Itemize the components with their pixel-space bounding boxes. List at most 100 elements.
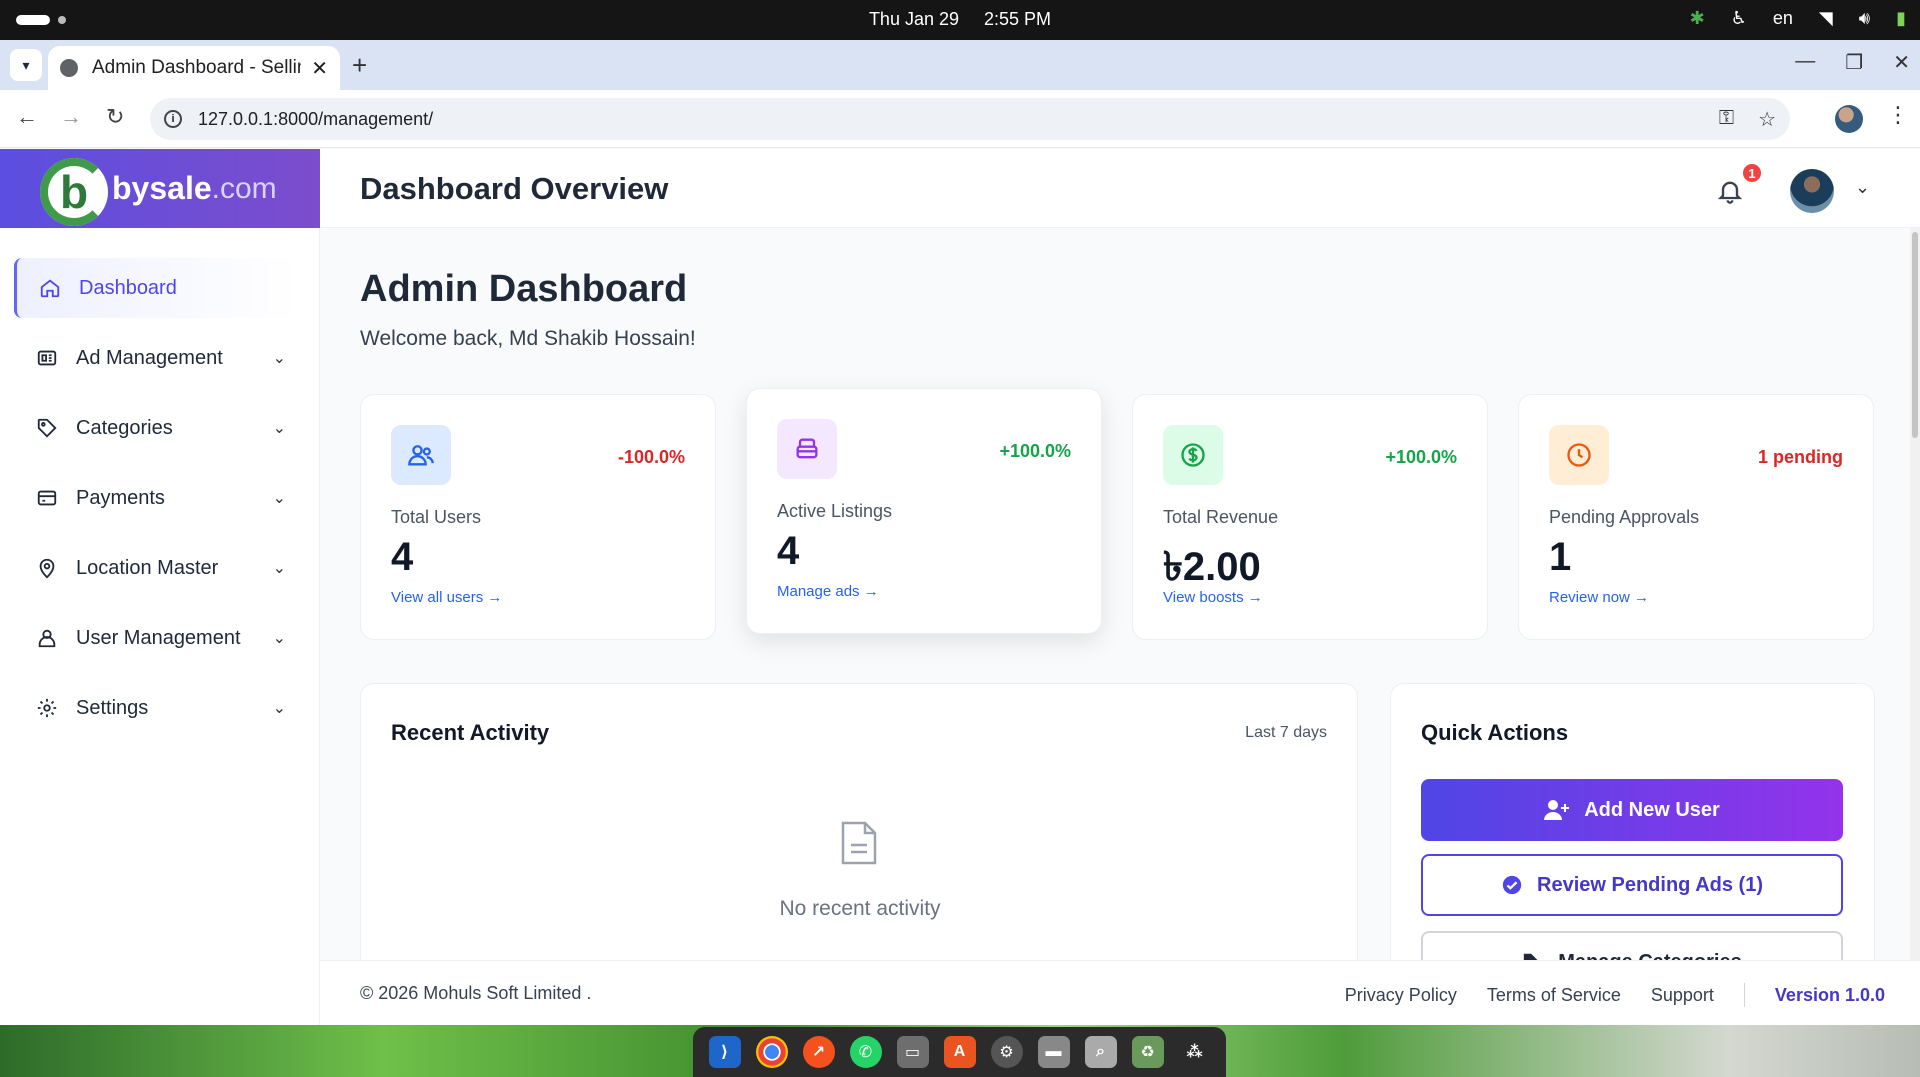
sidebar-item-user-management[interactable]: User Management ⌄ [14, 608, 298, 668]
sidebar-item-label: Location Master [76, 556, 219, 579]
stat-card-total-revenue: +100.0% Total Revenue ৳2.00 View boosts … [1132, 394, 1488, 640]
users-icon [391, 425, 451, 485]
address-bar[interactable]: i 127.0.0.1:8000/management/ ⚿ ☆ [150, 98, 1790, 140]
back-icon[interactable]: ← [16, 104, 38, 130]
stat-change: +100.0% [999, 441, 1071, 461]
add-new-user-button[interactable]: Add New User [1421, 779, 1843, 841]
tray-app-icon[interactable]: ✱ [1690, 8, 1705, 29]
sidebar-item-dashboard[interactable]: Dashboard [14, 258, 298, 318]
site-info-icon[interactable]: i [164, 110, 182, 128]
reload-icon[interactable]: ↻ [106, 104, 124, 130]
tags-icon [1522, 951, 1544, 960]
accessibility-icon[interactable]: ♿ [1731, 8, 1747, 29]
os-date: Thu Jan 29 [868, 9, 959, 29]
chevron-down-icon: ⌄ [272, 490, 286, 507]
view-all-users-link[interactable]: View all users → [391, 589, 502, 606]
forward-icon[interactable]: → [60, 104, 82, 130]
terms-of-service-link[interactable]: Terms of Service [1487, 985, 1621, 1006]
support-link[interactable]: Support [1651, 985, 1714, 1006]
footer-divider [1743, 983, 1745, 1007]
tab-search-button[interactable]: ▾ [10, 49, 42, 81]
sidebar-item-categories[interactable]: Categories ⌄ [14, 398, 298, 458]
restore-icon[interactable]: ❐ [1845, 50, 1863, 75]
vscode-icon[interactable]: ⟩ [708, 1036, 741, 1068]
sidebar-item-label: Categories [76, 416, 173, 439]
dollar-icon [1163, 425, 1223, 485]
page-title: Dashboard Overview [360, 171, 669, 206]
copyright-text: © 2026 Mohuls Soft Limited . [360, 983, 592, 1003]
files-icon[interactable]: ▭ [896, 1036, 929, 1068]
review-pending-ads-button[interactable]: Review Pending Ads (1) [1421, 854, 1843, 916]
chrome-icon[interactable] [755, 1036, 788, 1068]
chevron-down-icon: ⌄ [272, 560, 286, 577]
password-key-icon[interactable]: ⚿ [1719, 107, 1734, 132]
close-window-icon[interactable]: ✕ [1893, 50, 1910, 75]
bookmark-star-icon[interactable]: ☆ [1758, 107, 1776, 132]
chevron-down-icon: ⌄ [272, 420, 286, 437]
sidebar-item-label: Ad Management [76, 346, 223, 369]
manage-ads-link[interactable]: Manage ads → [777, 583, 879, 600]
view-boosts-link[interactable]: View boosts → [1163, 589, 1263, 606]
app-header: Dashboard Overview 1 ⌄ [320, 149, 1920, 228]
home-icon [37, 275, 63, 301]
stat-card-active-listings: +100.0% Active Listings 4 Manage ads → [746, 388, 1102, 634]
trash-icon[interactable]: ♻ [1131, 1036, 1164, 1068]
avatar[interactable] [1790, 169, 1834, 213]
welcome-message: Welcome back, Md Shakib Hossain! [360, 327, 696, 350]
privacy-policy-link[interactable]: Privacy Policy [1345, 985, 1457, 1006]
show-apps-icon[interactable]: ⁂ [1179, 1036, 1211, 1068]
stat-change: 1 pending [1758, 447, 1843, 467]
chevron-down-icon: ⌄ [272, 630, 286, 647]
chevron-down-icon: ⌄ [272, 350, 286, 367]
sidebar-item-payments[interactable]: Payments ⌄ [14, 468, 298, 528]
clock[interactable]: Thu Jan 29 2:55 PM [0, 9, 1920, 30]
recent-activity-panel: Recent Activity Last 7 days No recent ac… [360, 683, 1358, 960]
tab-title: Admin Dashboard - Sellin [92, 57, 302, 78]
minimize-icon[interactable]: — [1795, 50, 1815, 75]
chevron-down-icon[interactable]: ⌄ [1855, 177, 1870, 198]
image-viewer-icon[interactable]: ⌕ [1084, 1036, 1117, 1068]
stat-label: Total Revenue [1163, 507, 1279, 527]
browser-tab[interactable]: Admin Dashboard - Sellin ✕ [48, 46, 340, 90]
sidebar-item-ad-management[interactable]: Ad Management ⌄ [14, 328, 298, 388]
stat-change: +100.0% [1385, 447, 1457, 467]
gear-icon [34, 695, 60, 721]
whatsapp-icon[interactable]: ✆ [849, 1036, 882, 1068]
sidebar-item-label: Dashboard [79, 276, 177, 299]
add-new-user-label: Add New User [1584, 798, 1720, 821]
app-footer: © 2026 Mohuls Soft Limited . Privacy Pol… [320, 960, 1920, 1025]
scrollbar-thumb[interactable] [1912, 232, 1918, 438]
browser-toolbar: ← → ↻ i 127.0.0.1:8000/management/ ⚿ ☆ ⋮ [0, 90, 1920, 148]
browser-menu-icon[interactable]: ⋮ [1887, 102, 1909, 128]
postman-icon[interactable]: ↗ [802, 1036, 835, 1068]
new-tab-button[interactable]: + [352, 50, 367, 81]
sidebar-item-label: Payments [76, 486, 165, 509]
disk-icon[interactable]: ▬ [1037, 1036, 1070, 1068]
browser-tab-bar: ▾ Admin Dashboard - Sellin ✕ + — ❐ ✕ [0, 40, 1920, 90]
sidebar-item-location-master[interactable]: Location Master ⌄ [14, 538, 298, 598]
app-center-icon[interactable]: A [943, 1036, 976, 1068]
credit-card-icon [34, 485, 60, 511]
sidebar-item-label: User Management [76, 626, 241, 649]
stat-card-total-users: -100.0% Total Users 4 View all users → [360, 394, 716, 640]
os-top-bar: Thu Jan 29 2:55 PM ✱ ♿ en ◥ 🔊︎ ▮ [0, 0, 1920, 40]
language-indicator[interactable]: en [1773, 8, 1793, 29]
stat-value: 1 [1549, 535, 1572, 579]
notification-badge: 1 [1741, 162, 1763, 184]
inbox-icon [777, 419, 837, 479]
review-now-link[interactable]: Review now → [1549, 589, 1649, 606]
battery-icon[interactable]: ▮ [1896, 8, 1906, 29]
document-icon [841, 821, 877, 865]
close-tab-icon[interactable]: ✕ [311, 56, 328, 81]
brand-logo[interactable]: b bysale .com [0, 149, 320, 228]
bell-icon[interactable] [1716, 177, 1744, 205]
sidebar-item-settings[interactable]: Settings ⌄ [14, 678, 298, 738]
wifi-icon[interactable]: ◥ [1819, 8, 1833, 29]
browser-profile-avatar[interactable] [1835, 105, 1863, 133]
settings-app-icon[interactable]: ⚙ [990, 1036, 1023, 1068]
url-text[interactable]: 127.0.0.1:8000/management/ [198, 109, 1719, 130]
logo-mark: b [40, 157, 108, 226]
tag-icon [34, 415, 60, 441]
manage-categories-button[interactable]: Manage Categories [1421, 931, 1843, 960]
volume-icon[interactable]: 🔊︎ [1859, 8, 1870, 29]
